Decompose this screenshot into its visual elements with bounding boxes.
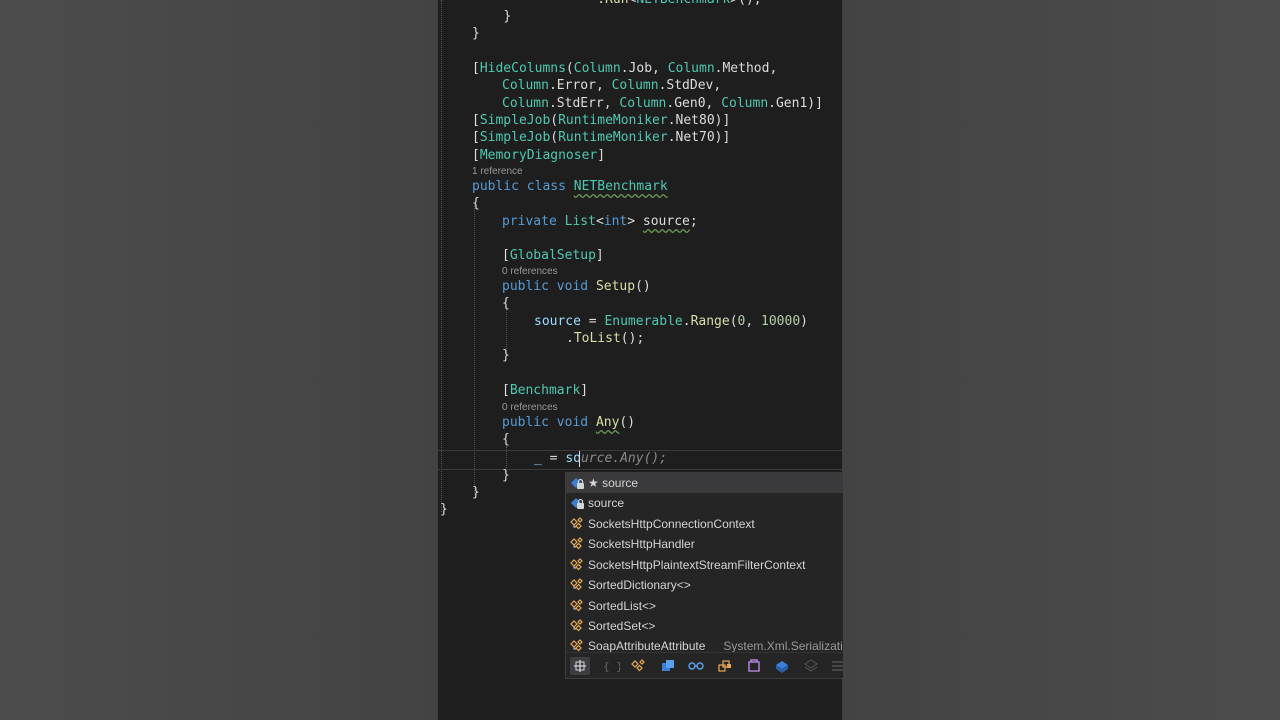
- code-line: public void Any(): [502, 415, 636, 430]
- completion-item[interactable]: SortedSet<>: [566, 616, 843, 636]
- code-line: Column.Error, Column.StdDev,: [502, 78, 722, 93]
- text-caret: [579, 451, 580, 467]
- svg-text:{ }: { }: [603, 660, 620, 673]
- completion-item[interactable]: source: [566, 493, 843, 513]
- completion-item[interactable]: SortedList<>: [566, 596, 843, 616]
- code-line: }: [472, 26, 480, 41]
- method-filter-icon[interactable]: [744, 657, 764, 675]
- codelens-references[interactable]: 1 reference: [472, 166, 523, 177]
- code-line: public class NETBenchmark: [472, 179, 668, 194]
- completion-item[interactable]: SocketsHttpConnectionContext: [566, 514, 843, 534]
- class-icon: [569, 516, 585, 532]
- code-line: .Run<NETBenchmark>();: [472, 0, 761, 8]
- left-backdrop: [0, 0, 438, 720]
- code-line: [SimpleJob(RuntimeMoniker.Net70)]: [472, 130, 731, 145]
- class-icon: [569, 598, 585, 614]
- interface-filter-icon[interactable]: [686, 657, 706, 675]
- code-line: [SimpleJob(RuntimeMoniker.Net80)]: [472, 113, 731, 128]
- code-line: [Benchmark]: [502, 383, 589, 398]
- class-icon: [569, 557, 585, 573]
- code-line: {: [472, 196, 480, 211]
- code-line: }: [440, 502, 448, 517]
- code-line: }: [472, 485, 480, 500]
- code-line: public void Setup(): [502, 279, 651, 294]
- field-lock-icon: [569, 495, 585, 511]
- field-filter-icon[interactable]: [772, 657, 792, 675]
- field-lock-icon: [569, 475, 585, 491]
- right-backdrop: [842, 0, 1280, 720]
- completion-item[interactable]: SocketsHttpHandler: [566, 534, 843, 554]
- indent-guide: [441, 0, 442, 512]
- class-icon: [569, 577, 585, 593]
- codelens-references[interactable]: 0 references: [502, 266, 558, 277]
- expand-icon[interactable]: [570, 657, 590, 675]
- completion-filter-bar: { }: [566, 652, 843, 678]
- code-line: {: [502, 296, 510, 311]
- class-icon: [569, 618, 585, 634]
- completion-item[interactable]: SocketsHttpPlaintextStreamFilterContext: [566, 555, 843, 575]
- delegate-filter-icon[interactable]: [715, 657, 735, 675]
- struct-filter-icon[interactable]: [658, 657, 678, 675]
- code-line-current[interactable]: _ = source.Any();: [534, 450, 667, 467]
- code-line: }: [502, 348, 510, 363]
- code-line: source = Enumerable.Range(0, 10000): [534, 314, 808, 329]
- class-icon: [569, 536, 585, 552]
- code-line: [GlobalSetup]: [502, 248, 604, 263]
- code-line: private List<int> source;: [502, 214, 698, 229]
- code-line: Column.StdErr, Column.Gen0, Column.Gen1)…: [502, 96, 823, 111]
- inline-suggestion: urce.Any();: [580, 451, 668, 466]
- namespace-icon[interactable]: { }: [600, 657, 623, 675]
- code-line: {: [502, 432, 510, 447]
- more-icon[interactable]: [828, 657, 843, 675]
- enum-filter-icon[interactable]: [801, 657, 821, 675]
- completion-item[interactable]: SortedDictionary<>: [566, 575, 843, 595]
- code-line: }: [502, 468, 510, 483]
- completion-item[interactable]: ★ source: [566, 473, 843, 493]
- intellisense-popup[interactable]: ★ source source SocketsHttpConnectionCon…: [565, 472, 843, 679]
- class-filter-icon[interactable]: [629, 657, 649, 675]
- code-line: .ToList();: [566, 331, 645, 346]
- code-line: [MemoryDiagnoser]: [472, 148, 606, 163]
- codelens-references[interactable]: 0 references: [502, 402, 558, 413]
- code-line: }: [503, 9, 512, 24]
- code-line: [HideColumns(Column.Job, Column.Method,: [472, 61, 778, 76]
